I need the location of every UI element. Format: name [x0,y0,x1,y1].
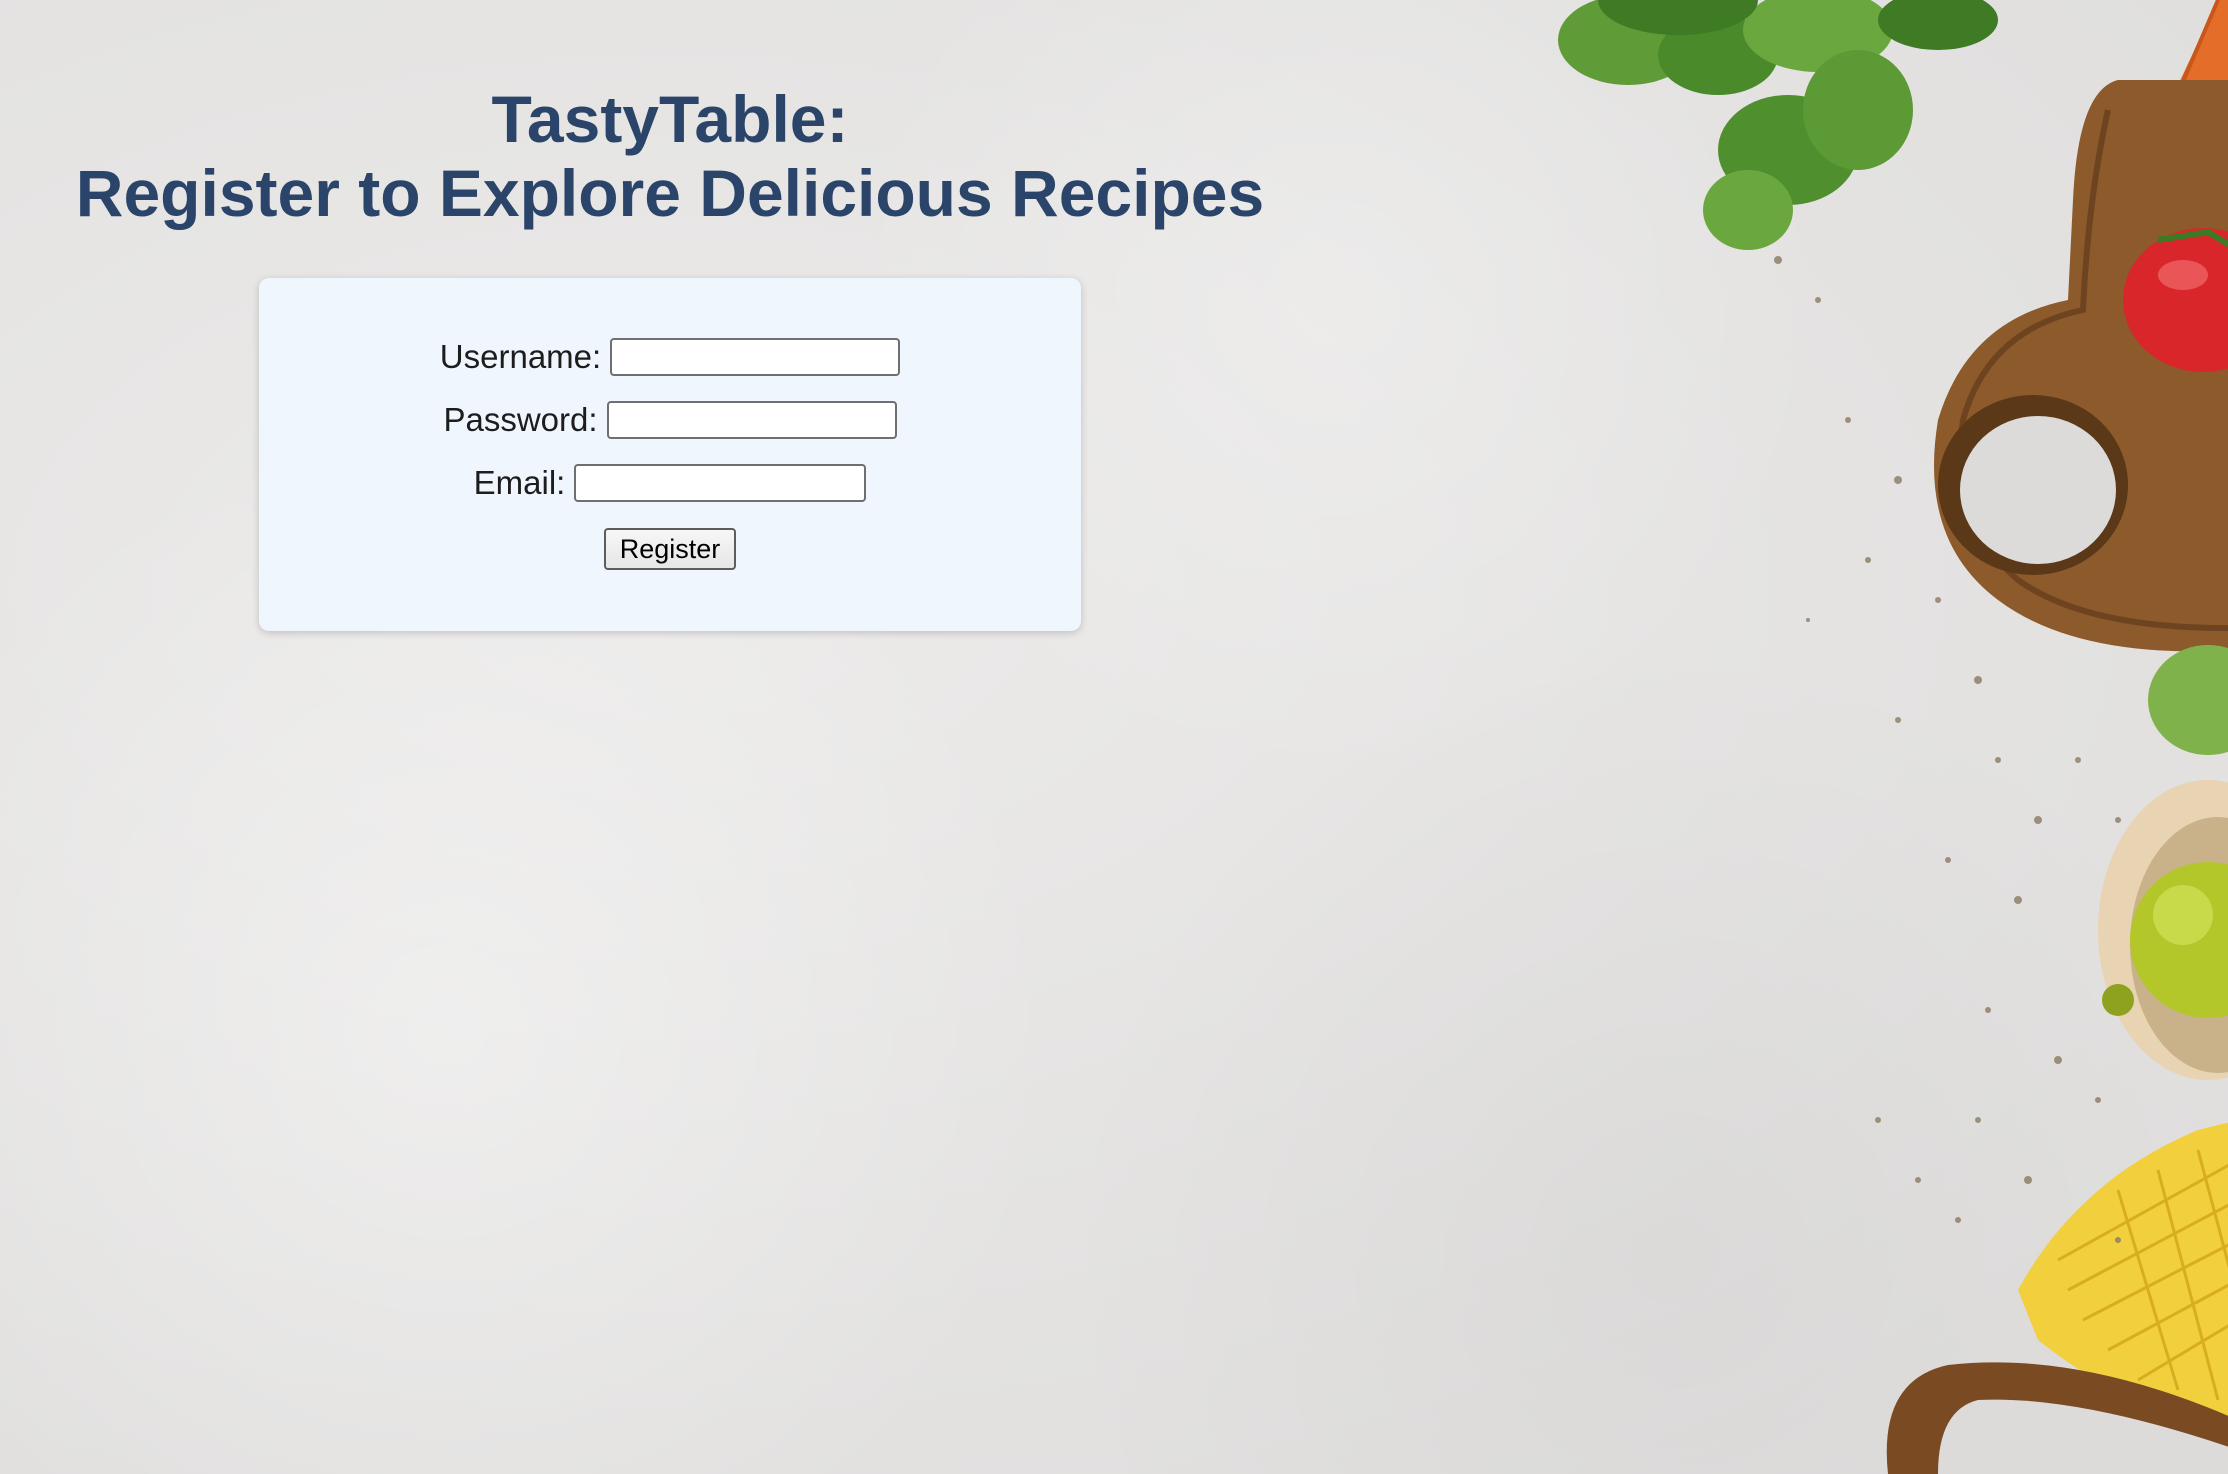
username-label: Username: [439,338,602,375]
password-row: Password: [259,401,1081,439]
page-title-line1: TastyTable: [491,82,849,156]
vegetables-decor-image [1518,0,2228,1474]
page-title-line2: Register to Explore Delicious Recipes [75,156,1265,230]
password-label: Password: [443,401,598,438]
username-input[interactable] [610,338,901,376]
email-row: Email: [259,464,1081,502]
register-form: Username: Password: Email: Register [259,278,1081,631]
page-title: TastyTable: Register to Explore Deliciou… [0,82,1340,230]
email-input[interactable] [574,464,867,502]
username-row: Username: [259,338,1081,376]
password-input[interactable] [606,401,897,439]
register-button[interactable]: Register [603,528,737,570]
button-row: Register [259,528,1081,570]
email-label: Email: [473,464,566,501]
herb-leaves [1558,0,1998,250]
